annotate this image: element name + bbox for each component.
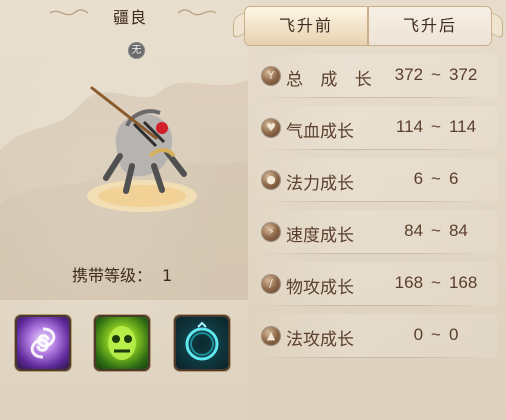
range-separator: ~ — [431, 65, 441, 84]
mana-growth-icon: ● — [262, 171, 280, 189]
carry-level: 携带等级： 1 — [72, 262, 222, 286]
purple-swirl-skill-icon — [30, 327, 56, 359]
name-ornament-right — [177, 9, 217, 16]
stat-max-physical-attack-growth: 168 — [448, 273, 478, 292]
ascension-tabs: 飞升前 飞升后 — [233, 6, 503, 46]
stat-label-magic-attack-growth: 法攻成长 — [286, 330, 354, 350]
stat-label-total-growth: 总 成 长 — [286, 70, 378, 90]
skill-slot-1[interactable] — [17, 317, 69, 369]
stat-row-magic-attack-growth: ▲ 法攻成长 0 ~0 — [248, 314, 498, 358]
range-separator: ~ — [431, 221, 441, 240]
stat-range-total-growth: 372 ~372 — [380, 65, 492, 85]
stat-range-speed-growth: 84 ~84 — [380, 221, 492, 241]
stat-range-hp-growth: 114 ~114 — [380, 117, 492, 137]
stat-range-physical-attack-growth: 168 ~168 — [380, 273, 492, 293]
stat-label-speed-growth: 速度成长 — [286, 226, 354, 246]
stat-row-total-growth: Y 总 成 长 372 ~372 — [248, 54, 498, 98]
stat-min-hp-growth: 114 — [395, 117, 424, 136]
pet-info-panel: 疆良 无 携带等级： 1 — [0, 0, 248, 420]
stat-max-hp-growth: 114 — [448, 117, 477, 136]
tab-after-ascension[interactable]: 飞升后 — [368, 6, 503, 46]
tab-edge-right — [492, 12, 503, 40]
stat-max-magic-attack-growth: 0 — [448, 325, 459, 344]
stat-row-hp-growth: ♥ 气血成长 114 ~114 — [248, 106, 498, 150]
carry-level-label: 携带等级： — [72, 266, 153, 285]
tab-before-ascension[interactable]: 飞升前 — [233, 6, 368, 46]
range-separator: ~ — [431, 169, 441, 188]
growth-stats: Y 总 成 长 372 ~372 ♥ 气血成长 114 ~114 ● 法力成长 6 ~… — [248, 54, 498, 416]
hp-growth-icon: ♥ — [262, 119, 280, 137]
stat-min-mana-growth: 6 — [413, 169, 424, 188]
skill-slot-3[interactable] — [176, 317, 228, 369]
stat-min-total-growth: 372 — [394, 65, 424, 84]
stat-label-physical-attack-growth: 物攻成长 — [286, 278, 354, 298]
total-growth-icon: Y — [262, 67, 280, 85]
stat-min-physical-attack-growth: 168 — [394, 273, 424, 292]
green-ghost-skill-icon — [108, 326, 136, 360]
skill-slot-2[interactable] — [96, 317, 148, 369]
pet-name: 疆良 — [112, 8, 147, 27]
name-ornament-left — [49, 9, 89, 16]
tab-before-ascension-label: 飞升前 — [278, 16, 333, 35]
speed-growth-icon: ⚡ — [262, 223, 280, 241]
stat-max-total-growth: 372 — [448, 65, 478, 84]
teal-ring-skill-icon — [185, 321, 219, 361]
stat-max-speed-growth: 84 — [448, 221, 468, 240]
range-separator: ~ — [431, 325, 441, 344]
magic-attack-growth-icon: ▲ — [262, 327, 280, 345]
range-separator: ~ — [431, 117, 441, 136]
stat-range-magic-attack-growth: 0 ~0 — [380, 325, 492, 345]
stat-range-mana-growth: 6 ~6 — [380, 169, 492, 189]
stat-row-speed-growth: ⚡ 速度成长 84 ~84 — [248, 210, 498, 254]
range-separator: ~ — [431, 273, 441, 292]
stat-max-mana-growth: 6 — [448, 169, 459, 188]
physical-attack-growth-icon: / — [262, 275, 280, 293]
stat-min-speed-growth: 84 — [404, 221, 424, 240]
stat-label-hp-growth: 气血成长 — [286, 122, 354, 142]
carry-level-value: 1 — [162, 266, 173, 285]
stat-row-physical-attack-growth: / 物攻成长 168 ~168 — [248, 262, 498, 306]
stat-label-mana-growth: 法力成长 — [286, 174, 354, 194]
pet-model-image[interactable] — [72, 86, 212, 216]
attribute-badge: 无 — [128, 42, 145, 59]
stat-row-mana-growth: ● 法力成长 6 ~6 — [248, 158, 498, 202]
stat-min-magic-attack-growth: 0 — [413, 325, 424, 344]
tab-after-ascension-label: 飞升后 — [402, 16, 457, 35]
